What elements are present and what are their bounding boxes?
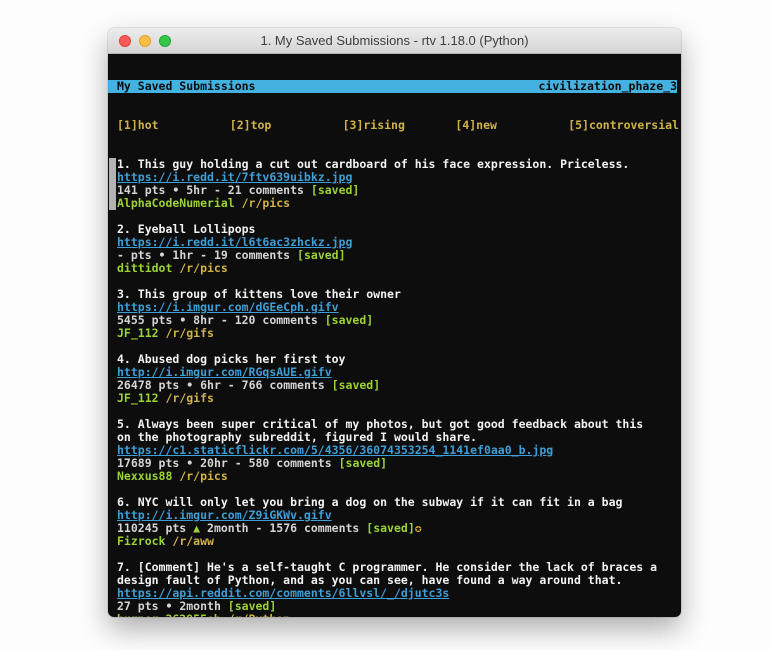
desktop: { "window": { "title": "1. My Saved Subm… [0,0,771,650]
subreddit-link[interactable]: /r/gifs [159,326,214,340]
saved-badge: [saved] [297,248,345,262]
submission-6[interactable]: 6. NYC will only let you bring a dog on … [117,496,681,548]
saved-badge: [saved] [339,456,387,470]
submission-byline: JF_112 /r/gifs [117,327,681,340]
submission-byline: dittidot /r/pics [117,262,681,275]
traffic-lights [119,28,171,53]
close-button[interactable] [119,35,131,47]
stats-detail: 8hr - 120 comments [186,313,324,327]
submission-1[interactable]: 1. This guy holding a cut out cardboard … [117,158,681,210]
author-name[interactable]: burner_262955eb [117,612,221,617]
submission-byline: JF_112 /r/gifs [117,392,681,405]
subreddit-link[interactable]: /r/pics [235,196,290,210]
stats-detail: 5hr - 21 comments [179,183,311,197]
category-tab-4[interactable]: [4]new [455,119,568,132]
subreddit-link[interactable]: /r/gifs [159,391,214,405]
category-tab-5[interactable]: [5]controversial [568,119,681,132]
submission-byline: AlphaCodeNumerial /r/pics [117,197,681,210]
saved-badge: [saved] [228,599,276,613]
category-tab-1[interactable]: [1]hot [117,119,230,132]
author-name[interactable]: dittidot [117,261,172,275]
gilded-icon: ✪ [415,521,422,535]
submission-2[interactable]: 2. Eyeball Lollipopshttps://i.redd.it/l6… [117,223,681,275]
stats-detail: 2month [172,599,227,613]
stats-detail: 20hr - 580 comments [193,456,338,470]
points-label: 17689 pts [117,456,186,470]
category-tab-2[interactable]: [2]top [230,119,343,132]
stats-detail: 6hr - 766 comments [193,378,331,392]
page-title: My Saved Submissions [117,80,539,93]
terminal-content: My Saved Submissionscivilization_phaze_3… [108,54,681,617]
author-name[interactable]: JF_112 [117,326,159,340]
author-name[interactable]: JF_112 [117,391,159,405]
points-label: 110245 pts [117,521,193,535]
submission-byline: Fizrock /r/aww [117,535,681,548]
saved-badge: [saved] [366,521,414,535]
minimize-button[interactable] [139,35,151,47]
subreddit-link[interactable]: /r/pics [172,261,227,275]
submission-3[interactable]: 3. This group of kittens love their owne… [117,288,681,340]
window-title: 1. My Saved Submissions - rtv 1.18.0 (Py… [260,33,528,48]
window-titlebar[interactable]: 1. My Saved Submissions - rtv 1.18.0 (Py… [108,28,681,54]
stats-detail: 2month - 1576 comments [200,521,366,535]
subreddit-link[interactable]: /r/aww [165,534,213,548]
points-label: 5455 pts [117,313,179,327]
subreddit-link[interactable]: /r/pics [172,469,227,483]
header-bar: My Saved Submissionscivilization_phaze_3 [108,80,677,93]
stats-detail: 1hr - 19 comments [165,248,297,262]
zoom-button[interactable] [159,35,171,47]
points-label: - pts [117,248,159,262]
category-tabs: [1]hot[2]top[3]rising[4]new[5]controvers… [117,119,681,132]
subreddit-link[interactable]: /r/Python [221,612,290,617]
submission-7[interactable]: 7. [Comment] He's a self-taught C progra… [117,561,681,617]
saved-badge: [saved] [325,313,373,327]
submission-5[interactable]: 5. Always been super critical of my phot… [117,418,681,483]
points-label: 141 pts [117,183,172,197]
submission-byline: burner_262955eb /r/Python [117,613,681,617]
author-name[interactable]: Fizrock [117,534,165,548]
selection-cursor [109,158,116,210]
saved-badge: [saved] [332,378,380,392]
username-label: civilization_phaze_3 [539,80,677,93]
points-label: 27 pts [117,599,165,613]
author-name[interactable]: AlphaCodeNumerial [117,196,235,210]
submission-list: 1. This guy holding a cut out cardboard … [117,158,681,617]
category-tab-3[interactable]: [3]rising [343,119,456,132]
saved-badge: [saved] [311,183,359,197]
author-name[interactable]: Nexxus88 [117,469,172,483]
points-label: 26478 pts [117,378,186,392]
terminal-window: 1. My Saved Submissions - rtv 1.18.0 (Py… [108,28,681,617]
submission-4[interactable]: 4. Abused dog picks her first toyhttp://… [117,353,681,405]
submission-byline: Nexxus88 /r/pics [117,470,681,483]
